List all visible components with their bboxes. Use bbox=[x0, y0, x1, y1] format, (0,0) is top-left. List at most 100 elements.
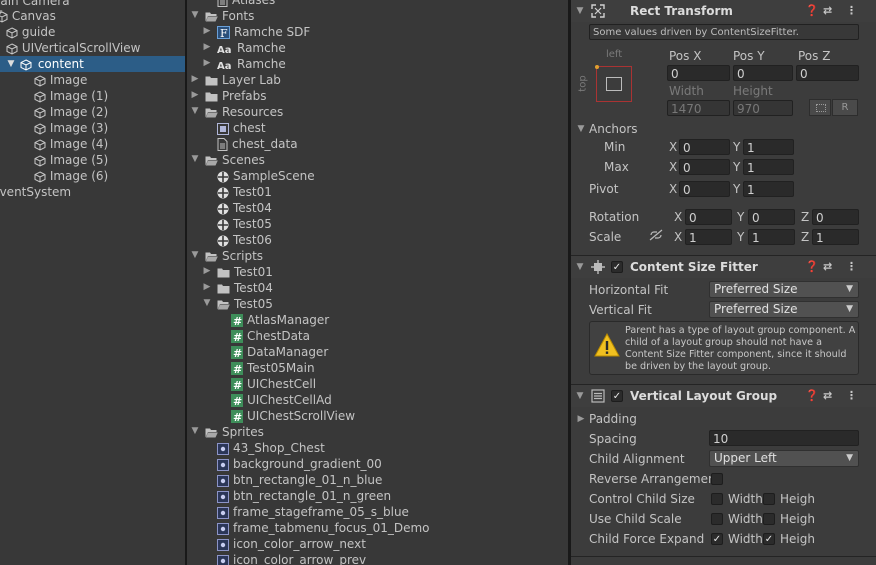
preset-icon[interactable]: ⇄ bbox=[823, 385, 832, 407]
project-item[interactable]: # UIChestCell bbox=[231, 376, 316, 392]
project-item[interactable]: Prefabs bbox=[205, 88, 267, 104]
expand-arrow-icon[interactable]: ▼ bbox=[190, 106, 200, 116]
preset-icon[interactable]: ⇄ bbox=[823, 256, 832, 278]
project-item[interactable]: Sprites bbox=[205, 424, 264, 440]
pos-x-field[interactable]: 0 bbox=[667, 65, 730, 81]
project-item[interactable]: Test04 bbox=[217, 280, 273, 296]
control-child-size-height-checkbox[interactable] bbox=[763, 493, 775, 505]
pos-y-field[interactable]: 0 bbox=[733, 65, 793, 81]
more-options-icon[interactable]: ⋮ bbox=[846, 385, 857, 407]
child-force-expand-width-checkbox[interactable]: ✓ bbox=[711, 533, 723, 545]
raw-edit-button[interactable]: R bbox=[832, 99, 858, 116]
preset-icon[interactable]: ⇄ bbox=[823, 0, 832, 22]
hierarchy-item-image-4[interactable]: Image (4) bbox=[34, 136, 108, 152]
rotation-x-field[interactable]: 0 bbox=[685, 209, 732, 225]
vertical-layout-group-header[interactable]: ▼ ✓ Vertical Layout Group ❓ ⇄ ⋮ bbox=[571, 384, 876, 407]
project-item[interactable]: # UIChestScrollView bbox=[231, 408, 355, 424]
project-item[interactable]: Test05 bbox=[217, 296, 273, 312]
constrain-proportions-icon[interactable] bbox=[649, 229, 663, 241]
project-item[interactable]: Layer Lab bbox=[205, 72, 281, 88]
project-item[interactable]: chest bbox=[217, 120, 266, 136]
more-options-icon[interactable]: ⋮ bbox=[846, 0, 857, 22]
hierarchy-item-image[interactable]: Image bbox=[34, 72, 87, 88]
project-item[interactable]: icon_color_arrow_prev bbox=[217, 552, 366, 565]
project-item[interactable]: background_gradient_00 bbox=[217, 456, 382, 472]
use-child-scale-width-checkbox[interactable] bbox=[711, 513, 723, 525]
vertical-layout-group-enabled-checkbox[interactable]: ✓ bbox=[611, 390, 623, 402]
project-item[interactable]: # ChestData bbox=[231, 328, 310, 344]
expand-arrow-icon[interactable]: ▶ bbox=[190, 74, 200, 84]
hierarchy-item-canvas[interactable]: Canvas bbox=[0, 8, 56, 24]
project-item[interactable]: Scenes bbox=[205, 152, 265, 168]
project-item[interactable]: Atlases bbox=[217, 0, 275, 8]
project-item[interactable]: # UIChestCellAd bbox=[231, 392, 332, 408]
hierarchy-item-image-1[interactable]: Image (1) bbox=[34, 88, 108, 104]
more-options-icon[interactable]: ⋮ bbox=[846, 256, 857, 278]
anchor-min-x-field[interactable]: 0 bbox=[679, 139, 730, 155]
expand-arrow-icon[interactable]: ▼ bbox=[6, 56, 16, 72]
use-child-scale-height-checkbox[interactable] bbox=[763, 513, 775, 525]
vertical-fit-dropdown[interactable]: Preferred Size ▼ bbox=[709, 301, 859, 318]
project-item[interactable]: icon_color_arrow_next bbox=[217, 536, 366, 552]
project-item[interactable]: Test01 bbox=[217, 184, 272, 200]
project-item[interactable]: Aa Ramche bbox=[217, 40, 286, 56]
anchor-max-x-field[interactable]: 0 bbox=[679, 159, 730, 175]
hierarchy-item-image-6[interactable]: Image (6) bbox=[34, 168, 108, 184]
expand-arrow-icon[interactable]: ▶ bbox=[202, 266, 212, 276]
pos-z-field[interactable]: 0 bbox=[796, 65, 859, 81]
padding-arrow-icon[interactable]: ▶ bbox=[576, 414, 586, 424]
rect-transform-header[interactable]: ▼ Rect Transform ❓ ⇄ ⋮ bbox=[571, 0, 876, 22]
project-item[interactable]: frame_stageframe_05_s_blue bbox=[217, 504, 409, 520]
hierarchy-item-guide[interactable]: guide bbox=[6, 24, 55, 40]
horizontal-fit-dropdown[interactable]: Preferred Size ▼ bbox=[709, 281, 859, 298]
expand-arrow-icon[interactable]: ▶ bbox=[202, 282, 212, 292]
scale-z-field[interactable]: 1 bbox=[812, 229, 859, 245]
project-item[interactable]: # Test05Main bbox=[231, 360, 315, 376]
project-item[interactable]: Test04 bbox=[217, 200, 272, 216]
content-size-fitter-enabled-checkbox[interactable]: ✓ bbox=[611, 261, 623, 273]
collapse-arrow-icon[interactable]: ▼ bbox=[575, 0, 585, 22]
expand-arrow-icon[interactable]: ▼ bbox=[190, 154, 200, 164]
project-item[interactable]: btn_rectangle_01_n_blue bbox=[217, 472, 382, 488]
expand-arrow-icon[interactable]: ▼ bbox=[190, 250, 200, 260]
anchor-max-y-field[interactable]: 1 bbox=[743, 159, 794, 175]
project-item[interactable]: Scripts bbox=[205, 248, 263, 264]
child-force-expand-height-checkbox[interactable]: ✓ bbox=[763, 533, 775, 545]
hierarchy-item-eventsystem[interactable]: EventSystem bbox=[0, 184, 71, 200]
rotation-z-field[interactable]: 0 bbox=[812, 209, 859, 225]
expand-arrow-icon[interactable]: ▶ bbox=[202, 58, 212, 68]
anchor-min-y-field[interactable]: 1 bbox=[743, 139, 794, 155]
hierarchy-item-content[interactable]: ▼ content bbox=[0, 56, 185, 72]
blueprint-mode-button[interactable] bbox=[809, 99, 831, 116]
scale-y-field[interactable]: 1 bbox=[748, 229, 795, 245]
project-item[interactable]: Test01 bbox=[217, 264, 273, 280]
expand-arrow-icon[interactable]: ▶ bbox=[202, 26, 212, 36]
hierarchy-item-image-3[interactable]: Image (3) bbox=[34, 120, 108, 136]
help-icon[interactable]: ❓ bbox=[805, 256, 819, 278]
project-item[interactable]: btn_rectangle_01_n_green bbox=[217, 488, 391, 504]
collapse-arrow-icon[interactable]: ▼ bbox=[575, 256, 585, 278]
pivot-x-field[interactable]: 0 bbox=[679, 181, 730, 197]
scale-x-field[interactable]: 1 bbox=[685, 229, 732, 245]
expand-arrow-icon[interactable]: ▶ bbox=[190, 90, 200, 100]
project-item[interactable]: Aa Ramche bbox=[217, 56, 286, 72]
hierarchy-item-image-5[interactable]: Image (5) bbox=[34, 152, 108, 168]
expand-arrow-icon[interactable]: ▼ bbox=[190, 426, 200, 436]
spacing-field[interactable]: 10 bbox=[709, 430, 859, 446]
anchors-arrow-icon[interactable]: ▼ bbox=[576, 124, 586, 134]
expand-arrow-icon[interactable]: ▼ bbox=[202, 298, 212, 308]
help-icon[interactable]: ❓ bbox=[805, 385, 819, 407]
project-item[interactable]: # AtlasManager bbox=[231, 312, 329, 328]
project-item[interactable]: frame_tabmenu_focus_01_Demo bbox=[217, 520, 430, 536]
expand-arrow-icon[interactable]: ▼ bbox=[190, 10, 200, 20]
control-child-size-width-checkbox[interactable] bbox=[711, 493, 723, 505]
child-alignment-dropdown[interactable]: Upper Left ▼ bbox=[709, 450, 859, 467]
project-item[interactable]: 43_Shop_Chest bbox=[217, 440, 325, 456]
anchor-presets-button[interactable] bbox=[595, 65, 632, 102]
project-item[interactable]: chest_data bbox=[217, 136, 298, 152]
project-item[interactable]: Test06 bbox=[217, 232, 272, 248]
project-item[interactable]: # DataManager bbox=[231, 344, 328, 360]
content-size-fitter-header[interactable]: ▼ ✓ Content Size Fitter ❓ ⇄ ⋮ bbox=[571, 255, 876, 278]
project-item[interactable]: Test05 bbox=[217, 216, 272, 232]
project-item[interactable]: Resources bbox=[205, 104, 283, 120]
